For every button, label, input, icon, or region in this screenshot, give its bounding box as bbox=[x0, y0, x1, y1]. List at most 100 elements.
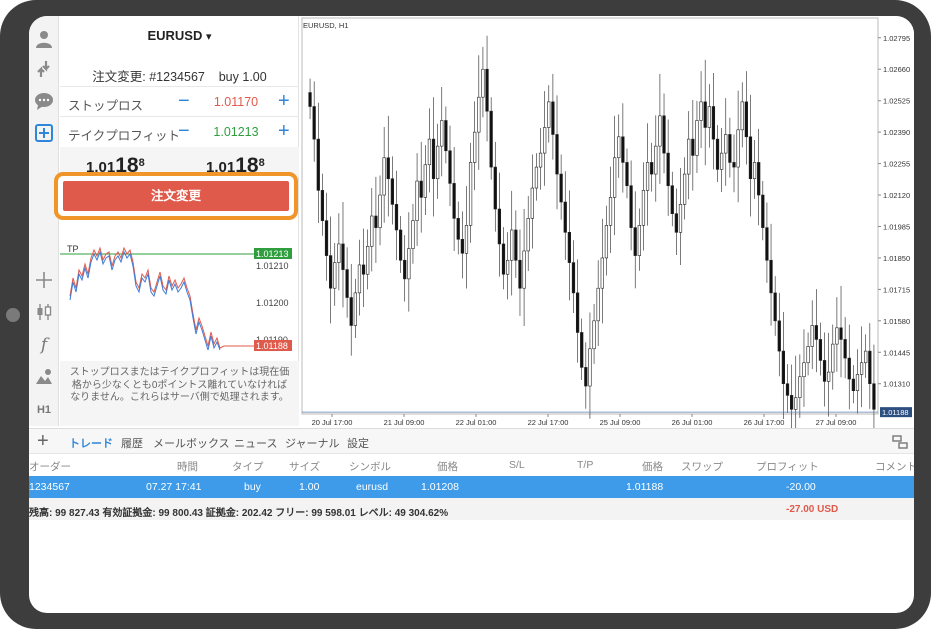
candle-body bbox=[847, 357, 851, 380]
candle-body bbox=[748, 136, 753, 180]
symbol-selector[interactable]: EURUSD ▾ bbox=[60, 28, 299, 43]
candle-body bbox=[423, 164, 427, 198]
candle-body bbox=[641, 190, 646, 226]
crosshair-icon[interactable] bbox=[29, 267, 59, 293]
candle-body bbox=[785, 383, 790, 396]
main-chart[interactable]: 1.02795 1.02660 1.02525 1.02390 1.02255 1.021… bbox=[300, 16, 914, 448]
candle-body bbox=[534, 166, 539, 189]
tp-price-badge: 1.01213 bbox=[256, 249, 289, 259]
take-profit-value[interactable]: 1.01213 bbox=[206, 125, 266, 139]
candle-body bbox=[493, 166, 497, 210]
x-tick-label: 25 Jul 09:00 bbox=[600, 418, 641, 427]
candle-body bbox=[670, 185, 674, 214]
candle-body bbox=[633, 227, 637, 256]
x-tick-label: 26 Jul 17:00 bbox=[744, 418, 785, 427]
account-summary-text: 残高: 99 827.43 有効証拠金: 99 800.43 証拠金: 202.… bbox=[29, 508, 449, 519]
candle-body bbox=[790, 395, 794, 410]
candle-body bbox=[600, 257, 604, 289]
candle-body bbox=[728, 134, 732, 163]
x-tick-label: 20 Jul 17:00 bbox=[312, 418, 353, 427]
candle-body bbox=[448, 150, 452, 184]
candle-body bbox=[460, 238, 464, 254]
y-tick-label: 1.01850 bbox=[883, 254, 910, 263]
row-symbol: eurusd bbox=[356, 481, 389, 493]
account-summary: 残高: 99 827.43 有効証拠金: 99 800.43 証拠金: 202.… bbox=[29, 498, 914, 520]
candle-body bbox=[740, 101, 744, 131]
candle-body bbox=[374, 215, 378, 228]
candle-body bbox=[390, 178, 394, 205]
candle-body bbox=[530, 187, 534, 219]
candle-body bbox=[563, 201, 567, 233]
candle-body bbox=[855, 374, 860, 392]
transfer-icon[interactable] bbox=[29, 56, 59, 82]
take-profit-minus-button[interactable]: − bbox=[178, 120, 190, 143]
candle-body bbox=[773, 292, 777, 322]
stop-loss-row: ストップロス − 1.01170 + bbox=[60, 86, 299, 116]
y-tick-label: 1.01580 bbox=[883, 317, 910, 326]
timeframe-icon[interactable]: H1 bbox=[29, 397, 59, 423]
tab-mailbox[interactable]: メールボックス bbox=[153, 435, 230, 451]
chat-icon[interactable] bbox=[29, 88, 59, 114]
candle-body bbox=[506, 259, 510, 275]
modify-order-button[interactable]: 注文変更 bbox=[63, 181, 289, 211]
layout-icon[interactable] bbox=[892, 434, 908, 450]
candle-body bbox=[868, 350, 872, 385]
candle-body bbox=[571, 262, 576, 294]
app-screen: f H1 EURUSD ▾ 注文変更: #1234567 buy 1.00 スト… bbox=[29, 16, 914, 613]
candle-body bbox=[736, 129, 740, 168]
candlestick-chart[interactable]: 1.02795 1.02660 1.02525 1.02390 1.02255 1.021… bbox=[300, 16, 914, 448]
candle-body bbox=[497, 208, 502, 245]
candle-body bbox=[485, 68, 489, 112]
candle-body bbox=[604, 225, 609, 259]
candle-body bbox=[468, 162, 473, 226]
tab-news[interactable]: ニュース bbox=[234, 435, 277, 451]
add-icon[interactable]: + bbox=[37, 430, 49, 453]
candle-body bbox=[378, 194, 382, 228]
col-type: タイプ bbox=[232, 461, 264, 473]
candle-body bbox=[308, 92, 312, 107]
order-title: 注文変更: #1234567 buy 1.00 bbox=[92, 70, 267, 84]
candle-body bbox=[864, 350, 868, 364]
candle-body bbox=[547, 101, 551, 128]
candles-icon[interactable] bbox=[29, 299, 59, 325]
tab-journal[interactable]: ジャーナル bbox=[285, 435, 339, 451]
candle-body bbox=[592, 320, 596, 350]
candle-body bbox=[715, 138, 720, 170]
candle-body bbox=[822, 360, 827, 382]
candle-body bbox=[518, 259, 522, 289]
stop-loss-plus-button[interactable]: + bbox=[278, 90, 290, 113]
y-tick-label: 1.02660 bbox=[883, 65, 910, 74]
candle-body bbox=[687, 138, 691, 175]
candle-body bbox=[584, 367, 588, 387]
col-swap: スワップ bbox=[681, 461, 723, 473]
take-profit-plus-button[interactable]: + bbox=[278, 120, 290, 143]
candle-body bbox=[777, 320, 781, 352]
tablet-home-button[interactable] bbox=[6, 308, 20, 322]
candle-body bbox=[814, 325, 818, 340]
row-current-price: 1.01188 bbox=[626, 481, 664, 493]
candle-body bbox=[810, 325, 814, 347]
candle-body bbox=[629, 185, 633, 228]
candle-body bbox=[431, 138, 436, 180]
x-tick-label: 27 Jul 09:00 bbox=[816, 418, 857, 427]
new-order-icon[interactable] bbox=[29, 120, 59, 146]
candle-body bbox=[827, 371, 831, 382]
tab-settings[interactable]: 設定 bbox=[347, 435, 369, 451]
candle-body bbox=[678, 204, 683, 233]
tab-history[interactable]: 履歴 bbox=[121, 435, 143, 451]
candle-body bbox=[361, 264, 366, 275]
objects-icon[interactable] bbox=[29, 364, 59, 390]
mini-tick-label: 1.01200 bbox=[256, 298, 289, 308]
tab-trade[interactable]: トレード bbox=[69, 435, 113, 451]
current-price-label: 1.01188 bbox=[882, 408, 909, 417]
stop-level-notice: ストップロスまたはテイクプロフィットは現在価格から少なくとも0ポイントス離れてい… bbox=[60, 361, 299, 426]
x-tick-label: 26 Jul 01:00 bbox=[672, 418, 713, 427]
user-icon[interactable] bbox=[29, 26, 59, 52]
stop-loss-minus-button[interactable]: − bbox=[178, 90, 190, 113]
candle-body bbox=[349, 297, 353, 326]
function-icon[interactable]: f bbox=[29, 332, 59, 358]
stop-loss-value[interactable]: 1.01170 bbox=[206, 95, 266, 109]
row-order: 1234567 bbox=[29, 481, 70, 493]
mini-ask-line bbox=[69, 250, 221, 351]
table-row[interactable]: 1234567 07.27 17:41 buy 1.00 eurusd 1.01… bbox=[29, 476, 914, 498]
